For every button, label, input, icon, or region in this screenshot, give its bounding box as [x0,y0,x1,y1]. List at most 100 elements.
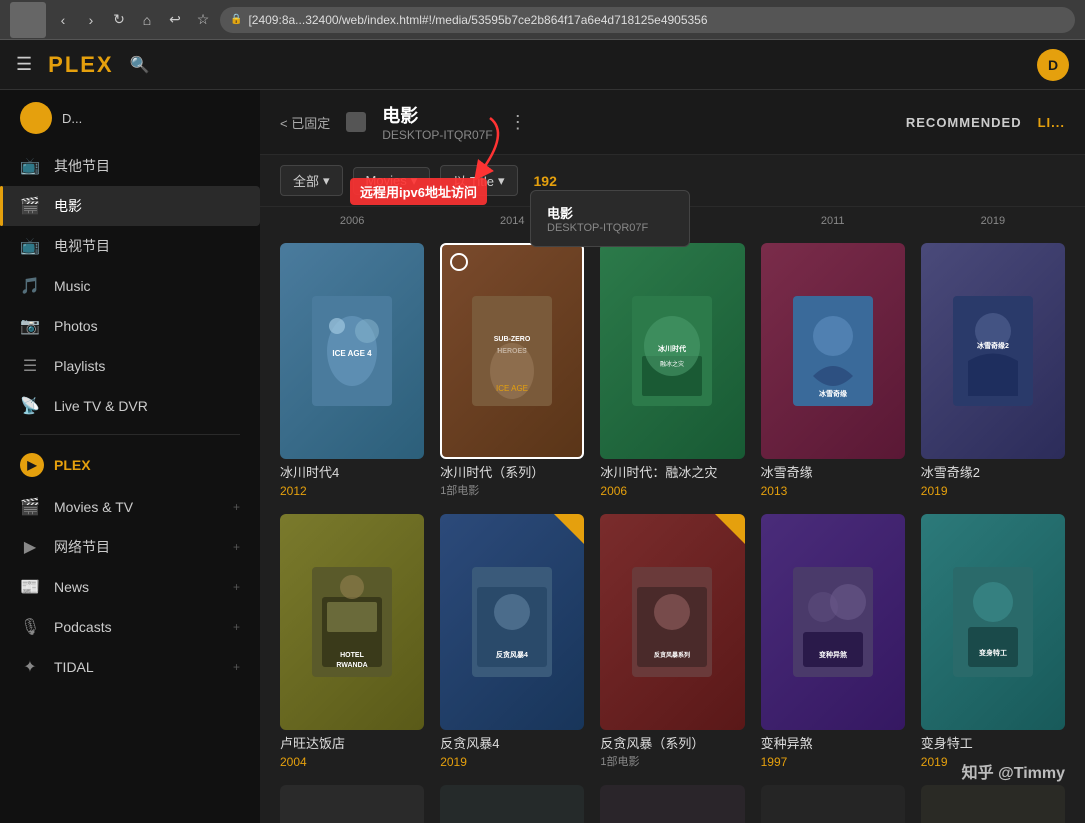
sidebar-item-playlists[interactable]: ☰ Playlists [0,346,260,386]
movie-poster-1: ICE AGE 4 [280,243,424,459]
movie-card-bianshen[interactable]: 变身特工 变身特工 2019 [921,514,1065,769]
music-icon: 🎵 [20,276,40,296]
sidebar-item-tv[interactable]: 📺 电视节目 [0,226,260,266]
movie-title-2: 冰川时代（系列） [440,465,584,482]
tv-icon: 📺 [20,156,40,176]
browser-tab[interactable] [10,2,46,38]
movie-year-9: 1997 [761,755,905,769]
undo-button[interactable]: ↩ [164,9,186,31]
webjie-icon: ▶ [20,537,40,557]
sidebar-item-tidal[interactable]: ✦ TIDAL + [0,647,260,687]
svg-text:反贪风暴系列: 反贪风暴系列 [654,651,690,659]
tab-recommended[interactable]: RECOMMENDED [906,115,1022,130]
movie-year-6: 2004 [280,755,424,769]
movie-card-bingchuan4[interactable]: ICE AGE 4 冰川时代4 2012 [280,243,424,498]
plex-circle-icon: ▶ [20,453,44,477]
content-area: 电影 DESKTOP-ITQR07F < 已固定 电影 DESKTOP-ITQR… [260,90,1085,823]
filter-all-button[interactable]: 全部 ▾ [280,165,343,196]
filter-sort-button[interactable]: 以 Title ▾ [440,165,517,196]
poster-inner-6: HOTEL RWANDA [280,514,424,730]
livetv-icon: 📡 [20,396,40,416]
movie-title-4: 冰雪奇缘 [761,465,905,482]
plex-section-label: PLEX [54,457,91,473]
movie-title-9: 变种异煞 [761,736,905,753]
movie-sub-2: 1部电影 [440,482,584,498]
movie-poster-9: 变种异煞 [761,514,905,730]
movie-poster-r3-5 [921,785,1065,823]
pin-tidal-icon[interactable]: + [233,660,240,674]
movie-card-hotel-rwanda[interactable]: HOTEL RWANDA 卢旺达饭店 2004 [280,514,424,769]
year-above-5: 2019 [921,215,1065,227]
poster-inner-3: 冰川时代 融冰之灾 [600,243,744,459]
movie-icon: 🎬 [20,196,40,216]
movie-card-frozen2[interactable]: 冰雪奇缘2 冰雪奇缘2 2019 [921,243,1065,498]
movie-year-10: 2019 [921,755,1065,769]
movie-title-8: 反贪风暴（系列） [600,736,744,753]
user-row: D... [0,90,260,146]
popup-server: DESKTOP-ITQR07F [547,222,673,234]
poster-inner-4: 冰雪奇缘 [761,243,905,459]
plex-app: ☰ PLEX 🔍 D D... 📺 其他节目 🎬 电影 📺 电视节目 [0,40,1085,823]
reload-button[interactable]: ↻ [108,9,130,31]
star-button[interactable]: ☆ [192,9,214,31]
movie-card-bingchuan-series[interactable]: SUB-ZERO HEROES ICE AGE 冰川时代（系列） 1部电影 [440,243,584,498]
photos-icon: 📷 [20,316,40,336]
tab-library[interactable]: LI... [1038,115,1065,130]
back-nav-button[interactable]: ‹ [52,9,74,31]
lock-icon: 🔒 [230,14,242,25]
movie-card-bingchuan-melt[interactable]: 冰川时代 融冰之灾 冰川时代：融冰之灾 2006 [600,243,744,498]
movie-card-r3-4[interactable] [761,785,905,823]
popup-title: 电影 [547,203,673,222]
pin-webjie-icon[interactable]: + [233,540,240,554]
movie-card-r3-2[interactable] [440,785,584,823]
movies-grid-row1: ICE AGE 4 冰川时代4 2012 [260,227,1085,514]
movie-title-10: 变身特工 [921,736,1065,753]
sidebar-item-movies-tv[interactable]: 🎬 Movies & TV + [0,487,260,527]
news-icon: 📰 [20,577,40,597]
forward-nav-button[interactable]: › [80,9,102,31]
movie-poster-r3-3 [600,785,744,823]
sidebar-item-webjie[interactable]: ▶ 网络节目 + [0,527,260,567]
sidebar-item-podcasts[interactable]: 🎙 Podcasts + [0,607,260,647]
sidebar-item-other[interactable]: 📺 其他节目 [0,146,260,186]
movie-card-bianzong[interactable]: 变种异煞 变种异煞 1997 [761,514,905,769]
movie-poster-3: 冰川时代 融冰之灾 [600,243,744,459]
menu-toggle-button[interactable]: ☰ [16,54,32,75]
movie-card-fanzhen4[interactable]: 反贪风暴4 反贪风暴4 2019 [440,514,584,769]
movie-card-fanzhen-series[interactable]: 反贪风暴系列 反贪风暴（系列） 1部电影 [600,514,744,769]
address-bar[interactable]: 🔒 [2409:8a...32400/web/index.html#!/medi… [220,7,1075,33]
movie-card-r3-3[interactable] [600,785,744,823]
user-avatar[interactable]: D [1037,49,1069,81]
sidebar-item-movies[interactable]: 🎬 电影 [0,186,260,226]
sidebar-label-music: Music [54,278,91,294]
app-header: ☰ PLEX 🔍 D [0,40,1085,90]
sidebar-item-livetv[interactable]: 📡 Live TV & DVR [0,386,260,426]
movie-title-6: 卢旺达饭店 [280,736,424,753]
breadcrumb-back-button[interactable]: < 已固定 [280,113,330,132]
pin-podcasts-icon[interactable]: + [233,620,240,634]
options-button[interactable]: ⋮ [509,112,527,133]
sidebar-item-music[interactable]: 🎵 Music [0,266,260,306]
movie-card-r3-5[interactable] [921,785,1065,823]
movie-card-frozen1[interactable]: 冰雪奇缘 冰雪奇缘 2013 [761,243,905,498]
server-name: DESKTOP-ITQR07F [382,128,492,142]
svg-text:ICE AGE: ICE AGE [496,384,528,393]
pin-news-icon[interactable]: + [233,580,240,594]
svg-text:反贪风暴4: 反贪风暴4 [496,650,528,659]
movie-year-3: 2006 [600,484,744,498]
sidebar-avatar [20,102,52,134]
sidebar-item-news[interactable]: 📰 News + [0,567,260,607]
pin-movies-tv-icon[interactable]: + [233,500,240,514]
content-title: 电影 [382,102,492,128]
search-icon[interactable]: 🔍 [130,55,150,75]
sidebar-item-photos[interactable]: 📷 Photos [0,306,260,346]
movie-card-r3-1[interactable] [280,785,424,823]
sidebar: D... 📺 其他节目 🎬 电影 📺 电视节目 🎵 Music 📷 Photos [0,90,260,823]
filter-movies-button[interactable]: Movies ▾ [353,167,431,195]
movie-title-7: 反贪风暴4 [440,736,584,753]
svg-text:变身特工: 变身特工 [979,648,1007,657]
home-button[interactable]: ⌂ [136,9,158,31]
svg-text:冰雪奇缘: 冰雪奇缘 [819,389,847,398]
svg-text:SUB-ZERO: SUB-ZERO [494,336,531,343]
sidebar-label-movies-tv: Movies & TV [54,499,133,515]
